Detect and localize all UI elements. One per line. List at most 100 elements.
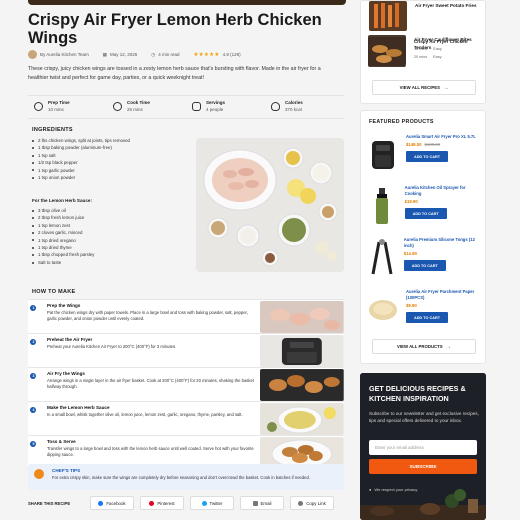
ingredient-item: 1 tbsp chopped fresh parsley: [32, 251, 182, 258]
recipe-meta: By Aurelia Kitchen Team ▦ May 12, 2025 ◷…: [28, 50, 241, 59]
step-body: Preheat the Air Fryer Preheat your Aurel…: [39, 334, 260, 367]
share-facebook-button[interactable]: Facebook: [90, 496, 134, 510]
step-number-badge: 3: [30, 373, 37, 379]
step-text: In a small bowl, whisk together olive oi…: [46, 412, 243, 417]
view-all-recipes-button[interactable]: VIEW ALL RECIPES →: [372, 80, 476, 95]
ingredient-item: 1 tbsp baking powder (aluminum-free): [32, 144, 182, 151]
step-image: [260, 403, 344, 435]
price-current: $14.90: [403, 251, 417, 256]
view-all-products-label: VIEW ALL PRODUCTS: [397, 344, 443, 349]
stat-servings: Servings 4 people: [186, 100, 265, 118]
pinterest-icon: [149, 500, 155, 506]
product-image[interactable]: [368, 289, 398, 331]
share-twitter-button[interactable]: Twitter: [190, 496, 234, 510]
ingredients-heading: INGREDIENTS: [32, 127, 73, 133]
step-row: 3 Air Fry the Wings Arrange wings in a s…: [28, 367, 344, 401]
step-image: [260, 369, 344, 401]
step-row: 1 Prep the Wings Pat the chicken wings d…: [28, 299, 344, 333]
email-icon: [252, 500, 258, 506]
ingredient-item: 3 tbsp olive oil: [32, 207, 182, 214]
ingredients-photo: [196, 138, 344, 272]
email-input[interactable]: Enter your email address: [369, 440, 477, 455]
related-level: Easy: [433, 55, 442, 59]
flame-icon: [271, 102, 280, 111]
ingredient-item: 1 tsp lemon zest: [32, 222, 182, 229]
related-recipe-item[interactable]: Air Fryer Sweet Potato Fries: [369, 1, 477, 31]
ingredient-item: 2 cloves garlic, minced: [32, 229, 182, 236]
privacy-text: We respect your privacy.: [374, 487, 419, 492]
subscribe-button[interactable]: SUBSCRIBE: [369, 459, 477, 474]
newsletter-title: GET DELICIOUS RECIPES & KITCHEN INSPIRAT…: [369, 384, 466, 403]
share-pinterest-button[interactable]: Pinterest: [140, 496, 184, 510]
price-old: $189.00: [424, 142, 441, 147]
step-number-badge: 5: [30, 441, 37, 447]
ingredient-item: 1 tsp garlic powder: [32, 167, 182, 174]
related-recipe-title: Crispy Air Fryer Chicken Tenders: [413, 39, 468, 50]
product-name[interactable]: Aurelia Air Fryer Parchment Paper (100PC…: [406, 289, 480, 301]
product-price: $14.90: [404, 251, 480, 256]
people-icon: [192, 102, 201, 111]
recipe-thumbnail: [368, 37, 406, 67]
share-button-label: Copy Link: [306, 500, 326, 506]
add-to-cart-button[interactable]: ADD TO CART: [406, 312, 448, 323]
stat-cook: Cook Time 25 mins: [107, 100, 186, 118]
add-to-cart-button[interactable]: ADD TO CART: [404, 208, 447, 219]
share-button-label: Facebook: [106, 500, 126, 506]
recipe-intro: These crispy, juicy chicken wings are to…: [28, 66, 321, 81]
stat-label: Calories: [285, 100, 303, 105]
ingredient-item: Salt to taste: [32, 259, 182, 266]
step-text: Preheat your Aurelia Kitchen Air Fryer t…: [46, 344, 177, 349]
step-number: 1: [28, 300, 39, 333]
step-title: Preheat the Air Fryer: [46, 337, 93, 342]
chef-hat-icon: [34, 469, 44, 479]
facebook-icon: [98, 500, 104, 506]
publish-date: ▦ May 12, 2025: [103, 52, 138, 58]
share-email-button[interactable]: Email: [240, 496, 284, 510]
step-number: 2: [28, 334, 39, 367]
step-row: 4 Make the Lemon Herb Sauce In a small b…: [28, 401, 344, 435]
step-number-badge: 1: [30, 305, 37, 311]
product-price: $19.90: [405, 199, 480, 204]
rating-stars-icon: ★★★★★: [193, 51, 220, 58]
product-image[interactable]: [368, 185, 397, 227]
product-name[interactable]: Aurelia Premium Silicone Tongs (12 inch): [404, 237, 480, 249]
product-name[interactable]: Aurelia Smart Air Fryer Pro XL 5.7L: [406, 134, 476, 140]
calendar-icon: ▦: [102, 51, 107, 57]
author[interactable]: By Aurelia Kitchen Team: [28, 50, 89, 59]
arrow-right-icon: →: [446, 344, 451, 349]
date-text: May 12, 2025: [109, 52, 138, 57]
product-name[interactable]: Aurelia Kitchen Oil Sprayer for Cooking: [405, 185, 480, 197]
step-number: 4: [28, 402, 39, 435]
stat-prep: Prep Time 10 mins: [28, 100, 107, 118]
add-to-cart-button[interactable]: ADD TO CART: [406, 151, 448, 162]
step-title: Toss & Serve: [46, 439, 76, 444]
step-image: [260, 301, 344, 333]
related-recipe-item[interactable]: Crispy Air Fryer Chicken Tenders 20 mins…: [368, 37, 486, 67]
stat-label: Prep Time: [48, 100, 70, 105]
product-item: Aurelia Premium Silicone Tongs (12 inch)…: [368, 237, 480, 279]
step-title: Air Fry the Wings: [46, 371, 85, 376]
ingredient-item: 1 tsp salt: [32, 152, 182, 159]
view-all-products-button[interactable]: VIEW ALL PRODUCTS →: [372, 339, 476, 354]
sauce-list: 3 tbsp olive oil 2 tbsp fresh lemon juic…: [32, 207, 182, 266]
step-text: Pat the chicken wings dry with paper tow…: [46, 310, 248, 321]
recipe-thumbnail: [369, 1, 407, 31]
rating[interactable]: ★★★★★ 4.9 (128): [193, 52, 240, 58]
product-image[interactable]: [368, 237, 396, 279]
ingredient-item: 2 tbsp fresh lemon juice: [32, 214, 182, 221]
clock-icon: [34, 102, 43, 111]
newsletter-text: Subscribe to our newsletter and get excl…: [369, 411, 479, 423]
add-to-cart-button[interactable]: ADD TO CART: [403, 260, 446, 271]
ingredients-list: 2 lbs chicken wings, split at joints, ti…: [32, 137, 182, 181]
stat-calories: Calories 370 kcal: [265, 100, 344, 118]
product-item: Aurelia Kitchen Oil Sprayer for Cooking …: [368, 185, 480, 227]
ingredient-item: 1 tsp dried thyme: [32, 244, 182, 251]
price-current: $19.90: [404, 199, 418, 204]
product-image[interactable]: [368, 134, 398, 176]
step-text: Transfer wings to a large bowl and toss …: [46, 446, 254, 457]
step-body: Air Fry the Wings Arrange wings in a sin…: [39, 368, 260, 401]
timer-icon: [113, 102, 122, 111]
step-body: Make the Lemon Herb Sauce In a small bow…: [39, 402, 260, 435]
share-copy-link-button[interactable]: Copy Link: [290, 496, 334, 510]
stat-value: 25 mins: [127, 107, 143, 112]
